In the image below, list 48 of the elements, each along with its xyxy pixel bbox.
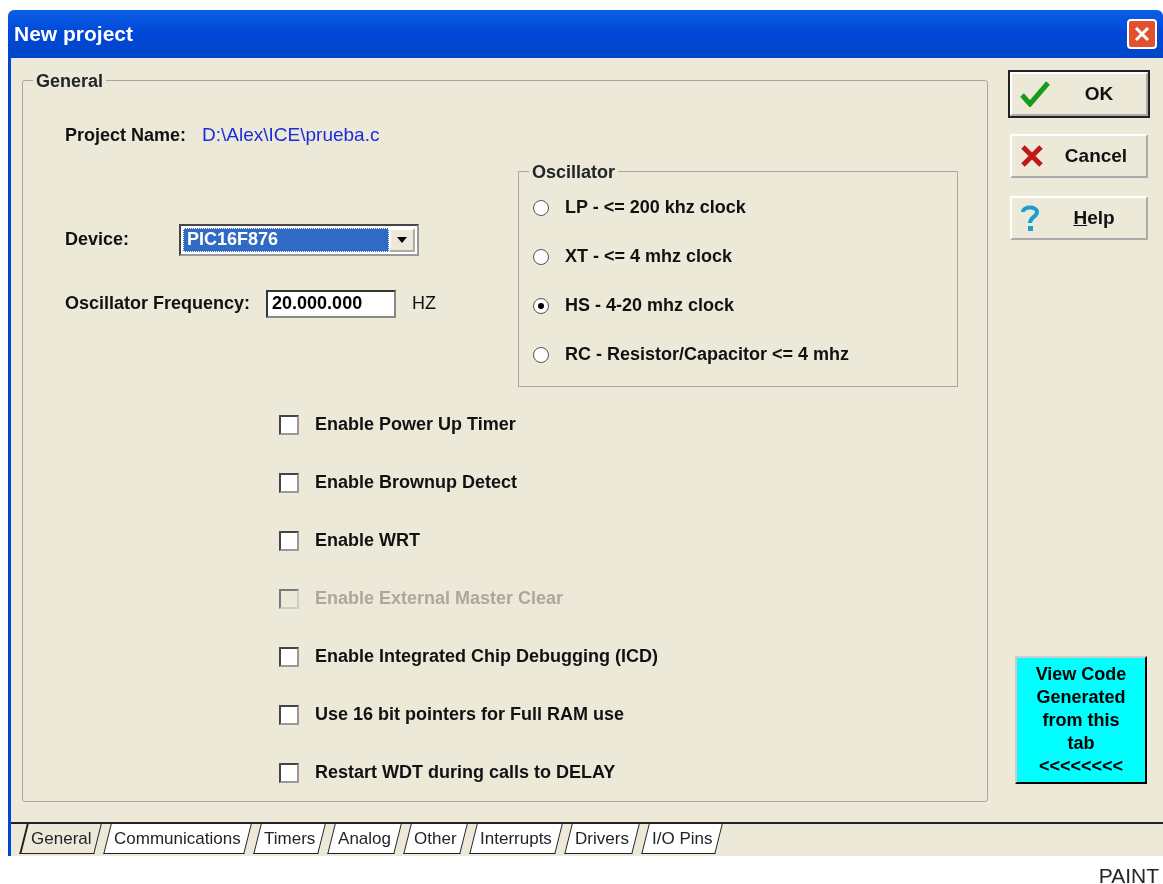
question-icon [1020,204,1040,232]
field-label: Oscillator Frequency: [65,292,251,315]
checkbox-label: Use 16 bit pointers for Full RAM use [315,703,625,726]
device-dropdown[interactable]: PIC16F876 [179,223,419,256]
checkbox-label: Restart WDT during calls to DELAY [315,761,616,784]
close-icon [1133,25,1151,43]
radio-button[interactable] [533,199,549,216]
field-label: Project Name: [65,123,187,147]
radio-label: HS - 4-20 mhz clock [565,294,735,317]
checkbox[interactable] [279,472,299,493]
field-label: Device: [65,228,131,251]
tab[interactable]: Analog [327,824,403,854]
radio-button[interactable] [533,248,549,265]
project-path: D:\Alex\ICE\prueba.c [202,123,380,147]
tab[interactable]: General [19,824,103,854]
checkbox-label: Enable Power Up Timer [315,413,516,436]
tab[interactable]: Communications [103,824,252,854]
caption: PAINT [1097,863,1160,884]
radio-label: LP - <= 200 khz clock [565,196,746,219]
checkbox[interactable] [279,762,299,783]
check-icon [1020,81,1050,107]
cancel-button[interactable]: Cancel [1010,134,1148,178]
close-button[interactable] [1127,19,1157,49]
frequency-field[interactable]: 20.000.000 [266,289,397,318]
tab[interactable]: Other [403,824,468,854]
checkbox-label: Enable Integrated Chip Debugging (ICD) [315,645,658,668]
checkbox[interactable] [279,530,299,551]
checkbox[interactable] [279,646,299,667]
unit-label: HZ [412,292,437,315]
help-button[interactable]: Help [1010,196,1148,240]
window-title: New project [14,21,134,48]
tab[interactable]: Drivers [563,824,640,854]
radio-button[interactable] [533,297,549,314]
checkbox[interactable] [279,414,299,435]
tab[interactable]: Timers [253,824,327,854]
checkbox[interactable] [279,704,299,725]
ok-button[interactable]: OK [1010,72,1148,116]
checkbox-label: Enable External Master Clear [315,587,564,610]
tab[interactable]: Interrupts [469,824,563,854]
x-icon [1020,144,1044,168]
checkbox-label: Enable Brownup Detect [315,471,518,494]
checkbox-label: Enable WRT [315,529,420,552]
tab[interactable]: I/O Pins [640,824,723,854]
radio-button[interactable] [533,346,549,363]
radio-label: XT - <= 4 mhz clock [565,245,733,268]
view-code-button[interactable]: View Code Generated from this tab <<<<<<<< [1015,656,1147,784]
radio-label: RC - Resistor/Capacitor <= 4 mhz [565,343,850,366]
dropdown-arrow-icon [397,236,407,243]
